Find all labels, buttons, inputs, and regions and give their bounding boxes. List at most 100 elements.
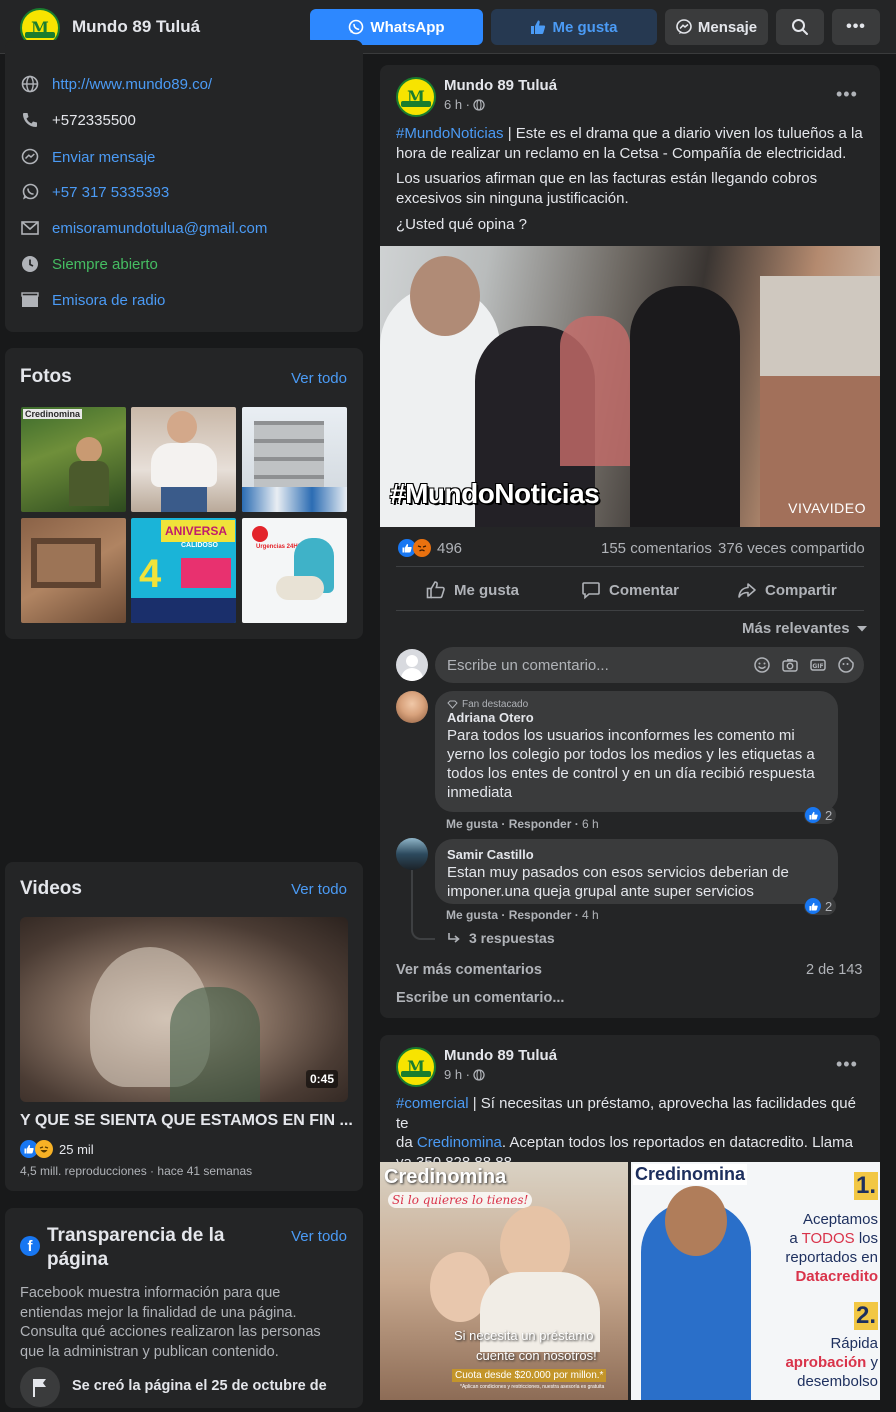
search-button[interactable] xyxy=(776,9,824,45)
post-timestamp[interactable]: 9 h · xyxy=(444,1067,485,1082)
post-options-icon[interactable]: ••• xyxy=(836,1054,858,1075)
message-button[interactable]: Mensaje xyxy=(665,9,768,45)
envelope-icon xyxy=(20,218,40,238)
commenter-name[interactable]: Samir Castillo xyxy=(447,847,826,862)
ad-image-right[interactable]: Credinomina 1. Aceptamos a TODOS los rep… xyxy=(631,1162,880,1400)
globe-icon xyxy=(473,1068,485,1081)
image-overlay-text: #MundoNoticias xyxy=(390,478,600,509)
photos-title: Fotos xyxy=(20,366,72,387)
write-comment-link[interactable]: Escribe un comentario... xyxy=(396,990,564,1006)
video-stats: 4,5 mill. reproducciones · hace 41 seman… xyxy=(20,1164,253,1178)
sort-comments-dropdown[interactable]: Más relevantes xyxy=(742,620,868,637)
shares-count-link[interactable]: 376 veces compartido xyxy=(718,540,865,557)
photo-thumb-4[interactable] xyxy=(21,518,126,623)
videos-see-all-link[interactable]: Ver todo xyxy=(291,881,347,898)
comment-bubble: Fan destacado Adriana Otero Para todos l… xyxy=(435,691,838,812)
emoji-icon[interactable] xyxy=(753,656,771,674)
thread-line xyxy=(411,870,435,940)
reply-arrow-icon xyxy=(448,933,460,943)
comments-page-indicator: 2 de 143 xyxy=(806,962,863,978)
info-send-message[interactable]: Enviar mensaje xyxy=(20,146,155,168)
photo-thumb-5[interactable]: ANIVERSA CALIDOSO 4 xyxy=(131,518,236,623)
ad-image-left[interactable]: Credinomina Si lo quieres lo tienes! Si … xyxy=(380,1162,628,1400)
hashtag-link[interactable]: #MundoNoticias xyxy=(396,125,504,142)
comment-actions: Me gusta · Responder · 4 h xyxy=(446,908,599,922)
photo-thumb-2[interactable] xyxy=(131,407,236,512)
gif-icon[interactable]: GIF xyxy=(809,656,827,674)
post-timestamp[interactable]: 6 h · xyxy=(444,97,485,112)
transparency-description: Facebook muestra información para que en… xyxy=(20,1285,321,1360)
like-action-button[interactable]: Me gusta xyxy=(426,575,519,605)
transparency-see-all-link[interactable]: Ver todo xyxy=(291,1228,347,1245)
photo-thumb-6[interactable]: Urgencias 24HS xyxy=(242,518,347,623)
photo-thumb-1[interactable]: Credinomina xyxy=(21,407,126,512)
flag-icon xyxy=(20,1367,60,1407)
info-category[interactable]: Emisora de radio xyxy=(20,289,165,311)
comment-input-placeholder: Escribe un comentario... xyxy=(447,657,609,674)
info-website[interactable]: http://www.mundo89.co/ xyxy=(20,73,212,95)
user-avatar[interactable] xyxy=(396,649,428,681)
clapperboard-icon xyxy=(20,290,40,310)
share-icon xyxy=(738,583,756,598)
video-title[interactable]: Y QUE SE SIENTA QUE ESTAMOS EN FIN ... xyxy=(20,1112,353,1130)
comment-time[interactable]: 4 h xyxy=(582,908,599,922)
commenter-avatar[interactable] xyxy=(396,691,428,723)
comment-bubble: Samir Castillo Estan muy pasados con eso… xyxy=(435,839,838,904)
comment-reaction-count[interactable]: 2 xyxy=(804,897,837,915)
comment-input[interactable]: Escribe un comentario... GIF xyxy=(435,647,864,683)
comment-text: Para todos los usuarios inconformes les … xyxy=(447,727,815,801)
sticker-icon[interactable] xyxy=(837,656,855,674)
post-author-avatar[interactable]: M xyxy=(396,77,436,117)
like-reaction-icon xyxy=(805,807,821,823)
info-whatsapp[interactable]: +57 317 5335393 xyxy=(20,181,169,203)
comment-like-link[interactable]: Me gusta xyxy=(446,817,498,831)
globe-icon xyxy=(473,98,485,111)
comment-icon xyxy=(582,582,600,600)
more-options-button[interactable]: ••• xyxy=(832,9,880,45)
video-thumbnail[interactable]: 0:45 xyxy=(20,917,348,1102)
info-hours: Siempre abierto xyxy=(20,253,158,275)
messenger-icon xyxy=(20,147,40,167)
more-dots-icon: ••• xyxy=(846,18,866,35)
commenter-avatar[interactable] xyxy=(396,838,428,870)
photo-thumb-3[interactable] xyxy=(242,407,347,512)
like-reaction-icon xyxy=(805,898,821,914)
post-body: #MundoNoticias | Este es el drama que a … xyxy=(396,125,863,233)
hashtag-link[interactable]: #comercial xyxy=(396,1095,469,1112)
actions-divider xyxy=(396,566,864,567)
view-replies-link[interactable]: 3 respuestas xyxy=(447,930,555,946)
facebook-icon: f xyxy=(20,1236,40,1256)
video-duration: 0:45 xyxy=(305,1070,338,1088)
view-more-comments-link[interactable]: Ver más comentarios xyxy=(396,962,542,978)
reaction-summary[interactable]: 496 xyxy=(398,539,462,557)
post-options-icon[interactable]: ••• xyxy=(836,84,858,105)
commenter-name[interactable]: Adriana Otero xyxy=(447,710,826,725)
comment-time[interactable]: 6 h xyxy=(582,817,599,831)
post-image[interactable]: #MundoNoticias VIVAVIDEO xyxy=(380,246,880,527)
like-page-button[interactable]: Me gusta xyxy=(491,9,657,45)
camera-icon[interactable] xyxy=(781,656,799,674)
thumbs-up-icon xyxy=(531,20,546,34)
share-action-button[interactable]: Compartir xyxy=(737,575,837,605)
post-author-name[interactable]: Mundo 89 Tuluá xyxy=(444,1047,557,1064)
svg-text:GIF: GIF xyxy=(812,663,823,670)
comments-count-link[interactable]: 155 comentarios xyxy=(601,540,712,557)
transparency-title: Transparencia de la página xyxy=(47,1225,225,1270)
photos-see-all-link[interactable]: Ver todo xyxy=(291,370,347,387)
video-reactions[interactable]: 25 mil xyxy=(20,1140,94,1158)
comment-action-button[interactable]: Comentar xyxy=(581,575,679,605)
image-watermark: VIVAVIDEO xyxy=(788,500,866,516)
globe-icon xyxy=(20,74,40,94)
comment-reply-link[interactable]: Responder xyxy=(509,908,572,922)
mention-link[interactable]: Credinomina xyxy=(417,1134,502,1151)
comment-actions: Me gusta · Responder · 6 h xyxy=(446,817,599,831)
phone-icon xyxy=(20,110,40,130)
post-author-name[interactable]: Mundo 89 Tuluá xyxy=(444,77,557,94)
comment-like-link[interactable]: Me gusta xyxy=(446,908,498,922)
page-title[interactable]: Mundo 89 Tuluá xyxy=(72,17,200,37)
comment-reaction-count[interactable]: 2 xyxy=(804,806,837,824)
post-author-avatar[interactable]: M xyxy=(396,1047,436,1087)
search-icon xyxy=(792,19,808,35)
info-email[interactable]: emisoramundotulua@gmail.com xyxy=(20,217,267,239)
comment-reply-link[interactable]: Responder xyxy=(509,817,572,831)
